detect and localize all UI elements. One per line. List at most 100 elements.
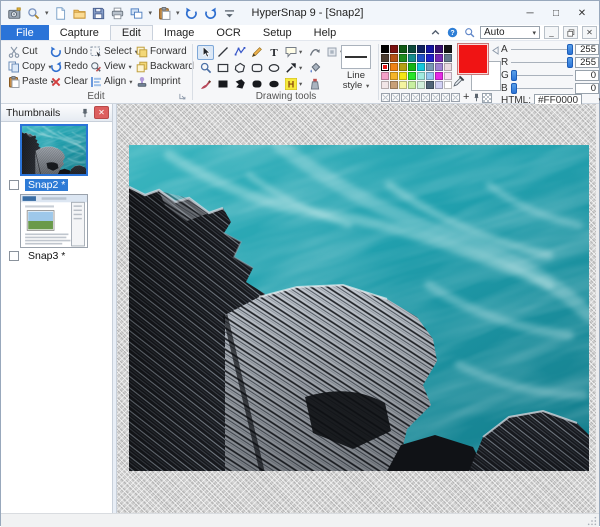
snap3-checkbox[interactable] (9, 251, 19, 261)
palette-swatch[interactable] (435, 54, 443, 62)
zoom-combo[interactable]: Auto▾ (480, 26, 540, 39)
snap3-label[interactable]: Snap3 * (25, 250, 68, 262)
palette-swatch[interactable] (390, 54, 398, 62)
palette-swatch[interactable] (408, 63, 416, 71)
tab-image[interactable]: Image (153, 25, 206, 40)
tool-eraser[interactable] (306, 77, 323, 92)
palette-swatch[interactable] (390, 63, 398, 71)
tool-arrow[interactable] (282, 61, 299, 76)
transparent-swatch[interactable] (441, 93, 450, 102)
transparent-swatch[interactable] (391, 93, 400, 102)
cut-button[interactable]: Cut (8, 44, 50, 59)
customize-icon[interactable] (222, 5, 238, 21)
tool-highlight[interactable]: H (282, 77, 299, 92)
palette-swatch[interactable] (408, 72, 416, 80)
palette-swatch[interactable] (390, 81, 398, 89)
tab-help[interactable]: Help (303, 25, 348, 40)
tool-fill-bucket[interactable] (306, 61, 323, 76)
minimize-button[interactable]: ─ (517, 3, 543, 23)
chevron-down-icon[interactable]: ▾ (532, 29, 536, 37)
tool-polygon[interactable] (231, 61, 248, 76)
slider-value[interactable]: 0 (575, 70, 599, 81)
tab-setup[interactable]: Setup (252, 25, 303, 40)
snap2-checkbox[interactable] (9, 180, 19, 190)
tool-ellipse-filled[interactable] (265, 77, 282, 92)
imprint-button[interactable]: Imprint (136, 74, 192, 89)
eyedropper-icon[interactable] (453, 74, 466, 87)
palette-swatch[interactable] (390, 72, 398, 80)
magnifier-icon[interactable] (25, 5, 41, 21)
mdi-restore-button[interactable] (563, 26, 578, 39)
pin-icon[interactable] (80, 108, 90, 118)
palette-swatch[interactable] (381, 54, 389, 62)
mdi-minimize-button[interactable]: _ (544, 26, 559, 39)
tool-loupe[interactable] (197, 61, 214, 76)
tool-pencil[interactable] (248, 45, 265, 60)
dither-swatch[interactable] (482, 93, 492, 103)
palette-swatch[interactable] (435, 72, 443, 80)
line-style-button[interactable]: Line style ▾ (338, 45, 374, 92)
tool-rounded-rectangle-filled[interactable] (248, 77, 265, 92)
tool-polyline[interactable] (231, 45, 248, 60)
forward-button[interactable]: Forward (136, 44, 192, 59)
align-button[interactable]: Align▾ (90, 74, 136, 89)
tool-cursor[interactable] (197, 45, 214, 60)
palette-swatch[interactable] (399, 63, 407, 71)
select-button[interactable]: Select▾ (90, 44, 136, 59)
transparent-swatch[interactable] (411, 93, 420, 102)
palette-swatch[interactable] (381, 45, 389, 53)
slider-value[interactable]: 0 (575, 83, 599, 94)
palette-swatch[interactable] (426, 63, 434, 71)
swap-colors-icon[interactable] (492, 46, 499, 55)
print-icon[interactable] (110, 5, 126, 21)
palette-swatch[interactable] (444, 72, 452, 80)
palette-swatch[interactable] (390, 45, 398, 53)
app-capture-icon[interactable] (6, 5, 22, 21)
palette-swatch[interactable] (435, 81, 443, 89)
thumbnail-snap3[interactable] (20, 194, 88, 248)
tab-edit[interactable]: Edit (110, 25, 153, 40)
dropdown-arrow-icon[interactable]: ▾ (45, 9, 49, 17)
dropdown-arrow-icon[interactable]: ▾ (299, 64, 306, 72)
tab-ocr[interactable]: OCR (205, 25, 251, 40)
palette-swatch[interactable] (417, 72, 425, 80)
dropdown-arrow-icon[interactable]: ▾ (299, 80, 306, 88)
tool-rectangle-filled[interactable] (214, 77, 231, 92)
collapse-ribbon-icon[interactable] (429, 26, 442, 39)
mdi-close-button[interactable]: ✕ (582, 26, 597, 39)
tool-callout[interactable] (282, 45, 299, 60)
tool-polygon-filled[interactable] (231, 77, 248, 92)
maximize-button[interactable]: □ (543, 3, 569, 23)
slider-value[interactable]: 255 (575, 57, 599, 68)
palette-swatch[interactable] (426, 54, 434, 62)
help-icon[interactable]: ? (446, 26, 459, 39)
close-button[interactable]: ✕ (569, 3, 595, 23)
palette-swatch[interactable] (408, 45, 416, 53)
transparent-swatch[interactable] (401, 93, 410, 102)
tool-line[interactable] (214, 45, 231, 60)
pin-color-icon[interactable] (472, 93, 481, 102)
palette-swatch[interactable] (399, 72, 407, 80)
slider-track[interactable] (511, 57, 573, 68)
palette-swatch[interactable] (444, 45, 452, 53)
palette-swatch[interactable] (417, 63, 425, 71)
snap2-label[interactable]: Snap2 * (25, 179, 68, 191)
clear-button[interactable]: Clear (50, 74, 90, 89)
dialog-launcher-icon[interactable] (179, 93, 186, 100)
palette-swatch[interactable] (417, 45, 425, 53)
palette-swatch[interactable] (381, 81, 389, 89)
slider-thumb[interactable] (567, 57, 573, 68)
tab-file[interactable]: File (1, 25, 49, 40)
foreground-color-swatch[interactable] (457, 43, 489, 75)
redo-icon[interactable] (203, 5, 219, 21)
transparent-swatch[interactable] (451, 93, 460, 102)
tool-rounded-rectangle[interactable] (248, 61, 265, 76)
palette-swatch[interactable] (408, 81, 416, 89)
slider-track[interactable] (511, 44, 573, 55)
palette-swatch[interactable] (417, 81, 425, 89)
dropdown-arrow-icon[interactable]: ▾ (176, 9, 180, 17)
thumbnail-snap2[interactable] (20, 124, 88, 176)
snap2-image[interactable] (129, 145, 589, 471)
open-folder-icon[interactable] (72, 5, 88, 21)
backward-button[interactable]: Backward (136, 59, 192, 74)
